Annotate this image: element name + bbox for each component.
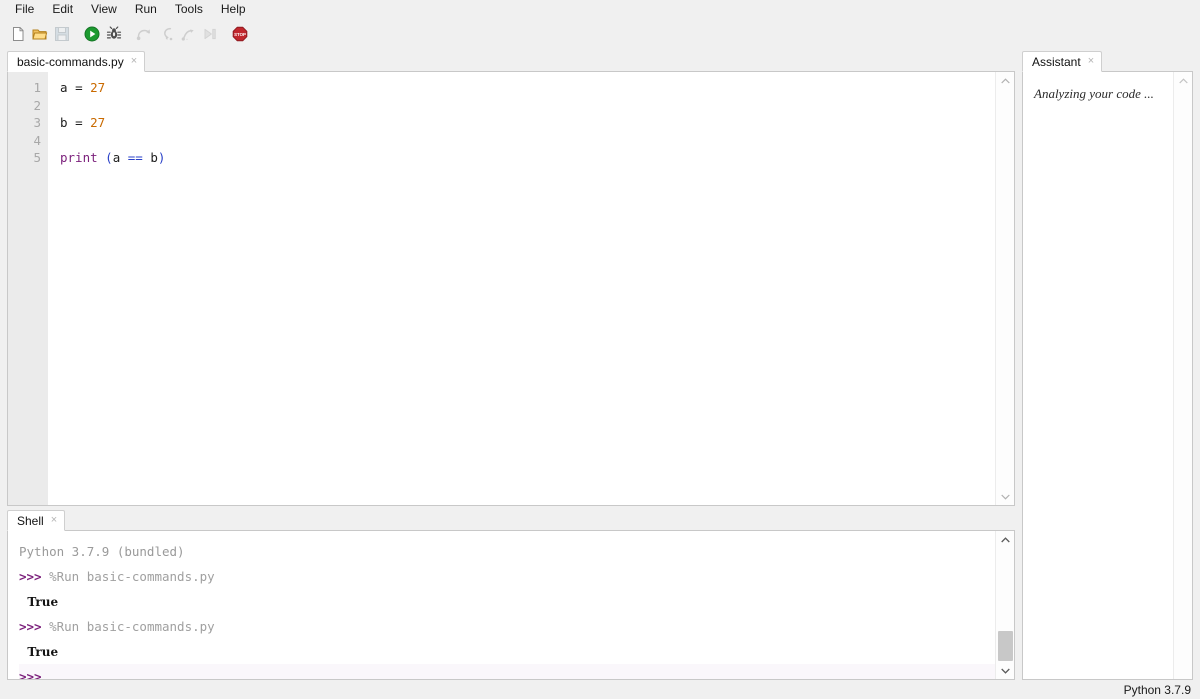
code-token: 27 — [90, 80, 106, 95]
thonny-window: File Edit View Run Tools Help STOP basic-comm… — [0, 0, 1200, 699]
shell-prompt: >>> — [19, 669, 50, 679]
code-token: ( — [105, 150, 113, 166]
code-editor-area[interactable]: a = 27 b = 27 print (a == b) — [49, 72, 994, 505]
line-number: 1 — [33, 80, 41, 95]
shell-line[interactable]: True — [19, 589, 995, 614]
shell-line[interactable]: >>> — [19, 664, 995, 679]
code-token: a — [112, 150, 128, 166]
shell-command-text: %Run basic-commands.py — [49, 569, 215, 584]
new-file-icon[interactable] — [8, 24, 28, 44]
close-icon[interactable]: × — [1088, 56, 1094, 67]
chevron-down-icon[interactable] — [996, 662, 1014, 679]
code-token: == — [127, 150, 151, 166]
stop-icon[interactable]: STOP — [230, 24, 250, 44]
run-icon[interactable] — [82, 24, 102, 44]
step-out-icon — [178, 24, 198, 44]
shell-line[interactable]: Python 3.7.9 (bundled) — [19, 539, 995, 564]
shell-tab-label: Shell — [17, 513, 44, 528]
assistant-vertical-scrollbar[interactable] — [1173, 72, 1192, 679]
step-into-icon — [156, 24, 176, 44]
save-icon — [52, 24, 72, 44]
tab-basic-commands-py[interactable]: basic-commands.py × — [7, 51, 146, 72]
line-number: 2 — [33, 97, 41, 113]
tab-shell[interactable]: Shell × — [7, 510, 66, 531]
code-token: = — [75, 115, 91, 131]
shell-command-text: Python 3.7.9 (bundled) — [19, 544, 185, 559]
resume-icon — [200, 24, 220, 44]
chevron-up-icon[interactable] — [996, 531, 1014, 548]
shell-panel[interactable]: Python 3.7.9 (bundled) >>> %Run basic-com… — [7, 530, 1015, 680]
code-line[interactable]: a = 27 — [60, 79, 994, 97]
close-icon[interactable]: × — [51, 515, 57, 526]
shell-prompt: >>> — [19, 569, 50, 584]
code-token: a — [60, 80, 76, 95]
line-number: 5 — [33, 150, 41, 166]
shell-line[interactable]: True — [19, 639, 995, 664]
code-line[interactable] — [60, 132, 994, 150]
editor-panel[interactable]: 12345 a = 27 b = 27 print (a == b) — [7, 71, 1015, 506]
code-line[interactable]: print (a == b) — [60, 149, 994, 167]
code-line[interactable]: b = 27 — [60, 114, 994, 132]
shell-output-text: True — [19, 595, 59, 609]
toolbar: STOP — [0, 19, 1200, 49]
shell-scrollbar-thumb[interactable] — [998, 631, 1013, 661]
svg-text:STOP: STOP — [234, 32, 246, 37]
chevron-up-icon[interactable] — [1174, 72, 1192, 89]
editor-tab-label: basic-commands.py — [17, 54, 124, 69]
close-icon[interactable]: × — [131, 56, 137, 67]
code-token: print — [60, 150, 106, 166]
assistant-tab-label: Assistant — [1032, 54, 1081, 69]
shell-output-text: True — [19, 645, 59, 659]
line-number: 4 — [33, 132, 41, 148]
editor-tabstrip: basic-commands.py × — [7, 50, 146, 72]
tab-assistant[interactable]: Assistant × — [1022, 51, 1103, 72]
shell-tabstrip: Shell × — [7, 509, 66, 531]
step-over-icon — [134, 24, 154, 44]
statusbar: Python 3.7.9 — [0, 680, 1200, 699]
shell-line[interactable]: >>> %Run basic-commands.py — [19, 564, 995, 589]
assistant-message: Analyzing your code ... — [1034, 86, 1154, 101]
menu-tools[interactable]: Tools — [166, 0, 212, 19]
menubar: File Edit View Run Tools Help — [0, 0, 1200, 19]
code-token: b — [150, 150, 158, 166]
editor-vertical-scrollbar[interactable] — [995, 72, 1014, 505]
interpreter-label: Python 3.7.9 — [1123, 682, 1191, 697]
code-token: = — [75, 80, 91, 95]
assistant-panel: Analyzing your code ... — [1022, 71, 1193, 680]
shell-prompt: >>> — [19, 619, 50, 634]
shell-vertical-scrollbar[interactable] — [995, 531, 1014, 679]
assistant-tabstrip: Assistant × — [1022, 50, 1103, 72]
menu-edit[interactable]: Edit — [43, 0, 82, 19]
code-token: b — [60, 115, 76, 131]
line-number: 3 — [33, 115, 41, 131]
code-token: 27 — [90, 115, 106, 131]
debug-icon[interactable] — [104, 24, 124, 44]
code-line[interactable] — [60, 97, 994, 115]
menu-view[interactable]: View — [82, 0, 126, 19]
chevron-up-icon[interactable] — [996, 72, 1014, 89]
chevron-down-icon[interactable] — [996, 488, 1014, 505]
open-folder-icon[interactable] — [30, 24, 50, 44]
shell-line[interactable]: >>> %Run basic-commands.py — [19, 614, 995, 639]
code-token: ) — [157, 150, 166, 166]
shell-output-area[interactable]: Python 3.7.9 (bundled) >>> %Run basic-com… — [8, 531, 995, 679]
menu-file[interactable]: File — [6, 0, 43, 19]
menu-run[interactable]: Run — [126, 0, 166, 19]
menu-help[interactable]: Help — [212, 0, 255, 19]
shell-command-text: %Run basic-commands.py — [49, 619, 215, 634]
line-number-gutter: 1 2 34 5 — [8, 72, 48, 505]
